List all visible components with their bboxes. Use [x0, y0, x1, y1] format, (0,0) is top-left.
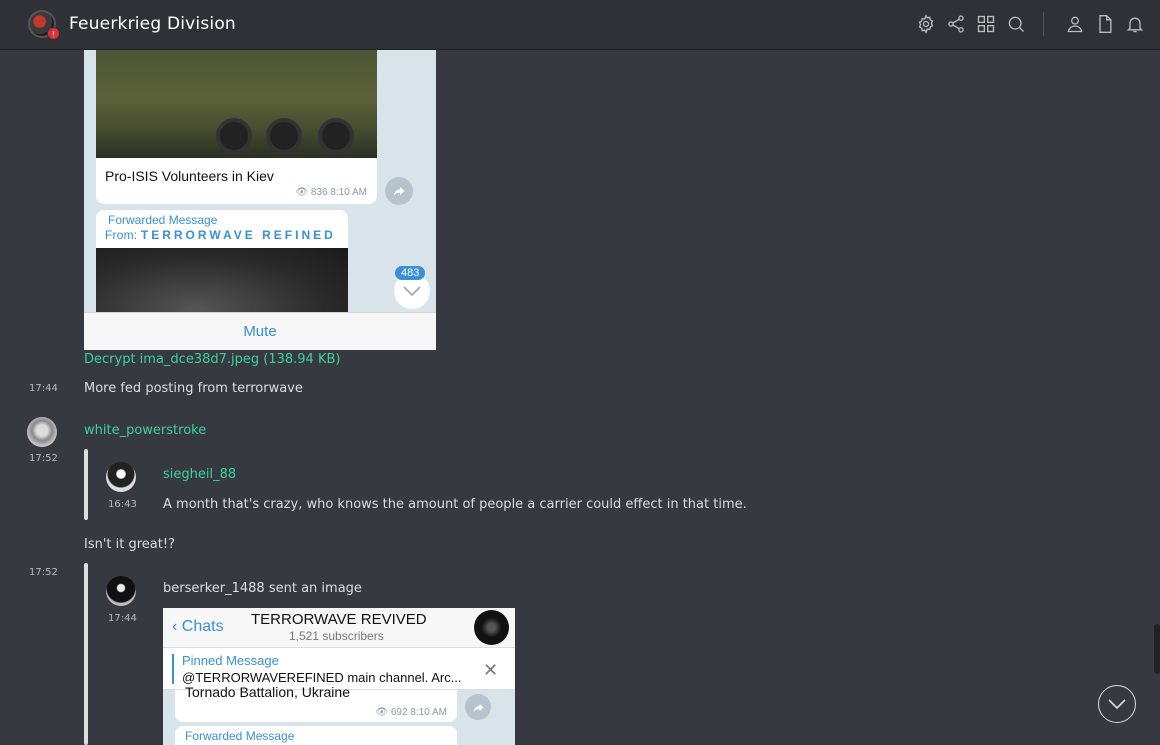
chevron-down-icon — [1108, 699, 1126, 709]
tg-channel-subscribers: 1,521 subscribers — [289, 629, 384, 643]
tg-post-bubble: Tornado Battalion, Ukraine 👁 692 8:10 AM — [175, 684, 457, 722]
server-name[interactable]: Feuerkrieg Division — [69, 14, 236, 34]
message-stream: Pro-ISIS Volunteers in Kiev 👁 836 8:10 A… — [0, 50, 1160, 745]
quote-timestamp: 17:44 — [108, 613, 137, 624]
scrollbar-thumb[interactable] — [1154, 624, 1160, 674]
gear-icon[interactable] — [915, 13, 937, 35]
tg-channel-header: ‹ Chats TERRORWAVE REVIVED 1,521 subscri… — [163, 608, 515, 648]
tg-forwarded-bubble: Forwarded Message — [175, 726, 457, 745]
grid-icon[interactable] — [975, 13, 997, 35]
user-icon[interactable] — [1064, 13, 1086, 35]
tg-share-icon — [465, 694, 491, 720]
tg-post-meta: 👁 692 8:10 AM — [375, 707, 447, 718]
chevron-left-icon: ‹ — [172, 618, 178, 635]
tg-forwarded-label: Forwarded Message — [108, 213, 218, 227]
quote-bar — [84, 563, 88, 745]
tg-forwarded-from: From: TERRORWAVE REFINED — [105, 228, 336, 242]
quote-bar — [84, 449, 88, 520]
avatar[interactable] — [27, 417, 57, 447]
document-icon[interactable] — [1094, 13, 1116, 35]
username[interactable]: white_powerstroke — [84, 423, 206, 438]
eye-icon: 👁 — [295, 187, 311, 198]
top-bar: ! Feuerkrieg Division — [0, 0, 1160, 50]
header-toolbar — [907, 12, 1146, 36]
attached-image[interactable]: ‹ Chats TERRORWAVE REVIVED 1,521 subscri… — [163, 608, 515, 745]
tg-back-link: ‹ Chats — [172, 618, 224, 635]
close-icon: ✕ — [483, 660, 499, 681]
eye-icon: 👁 — [375, 707, 391, 718]
message-text: More fed posting from terrorwave — [84, 381, 303, 396]
search-icon[interactable] — [1005, 13, 1027, 35]
message-timestamp: 17:52 — [29, 567, 58, 578]
tg-mute-button: Mute — [84, 312, 436, 350]
tg-pinned-label: Pinned Message — [182, 653, 279, 668]
bell-icon[interactable] — [1124, 13, 1146, 35]
photo-armored-vehicle — [96, 50, 377, 158]
attached-image[interactable]: Pro-ISIS Volunteers in Kiev 👁 836 8:10 A… — [84, 50, 436, 350]
tg-forwarded-label: Forwarded Message — [185, 729, 295, 743]
jump-to-bottom-button[interactable] — [1098, 685, 1136, 723]
avatar[interactable] — [106, 576, 136, 606]
share-icon[interactable] — [945, 13, 967, 35]
quote-text: berserker_1488 sent an image — [163, 581, 362, 596]
tg-post-caption: Pro-ISIS Volunteers in Kiev — [105, 168, 274, 184]
tg-pinned-text: @TERRORWAVEREFINED main channel. Arc... — [182, 670, 462, 685]
avatar[interactable] — [106, 462, 136, 492]
quote-text: A month that's crazy, who knows the amou… — [163, 497, 747, 512]
tg-post-caption: Tornado Battalion, Ukraine — [185, 684, 350, 700]
quote-timestamp: 16:43 — [108, 499, 137, 510]
tg-unread-count: 483 — [395, 266, 426, 280]
decrypt-link[interactable]: Decrypt ima_dce38d7.jpeg (138.94 KB) — [84, 352, 340, 367]
tg-channel-avatar — [474, 610, 509, 645]
message-timestamp: 17:52 — [29, 453, 58, 464]
toolbar-divider — [1043, 12, 1044, 36]
alert-badge: ! — [47, 27, 60, 40]
tg-channel-title: TERRORWAVE REVIVED — [251, 611, 427, 628]
tg-post-bubble: Pro-ISIS Volunteers in Kiev 👁 836 8:10 A… — [96, 158, 377, 204]
message-timestamp: 17:44 — [29, 383, 58, 394]
quote-username[interactable]: siegheil_88 — [163, 467, 236, 482]
message-text: Isn't it great!? — [84, 537, 175, 552]
tg-post-meta: 👁 836 8:10 AM — [295, 187, 367, 198]
tg-share-icon — [385, 177, 413, 205]
